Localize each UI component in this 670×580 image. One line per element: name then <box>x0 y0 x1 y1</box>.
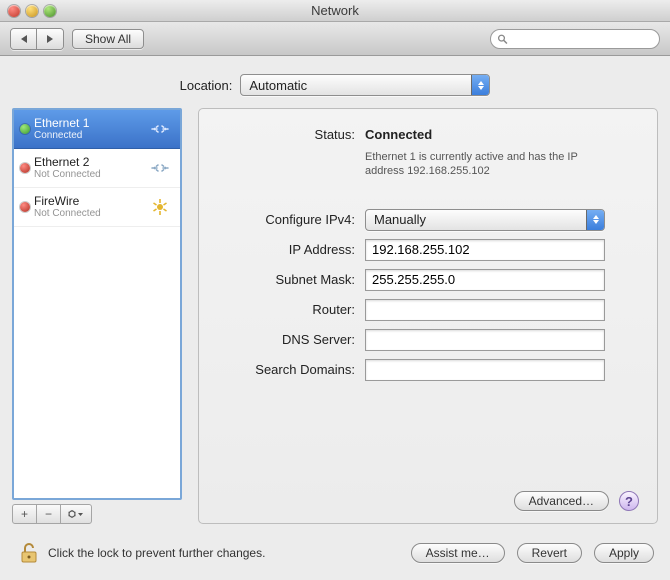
ip-input[interactable] <box>365 239 605 261</box>
revert-button[interactable]: Revert <box>517 543 582 563</box>
ethernet-icon <box>146 120 174 138</box>
detail-footer: Advanced… ? <box>215 483 639 511</box>
content: Location: Automatic Ethernet 1 Connected <box>0 56 670 580</box>
status-dot-icon <box>20 124 30 134</box>
remove-service-button[interactable]: − <box>37 505 61 523</box>
zoom-icon[interactable] <box>44 5 56 17</box>
gear-icon <box>67 509 85 519</box>
lock-text: Click the lock to prevent further change… <box>48 546 265 560</box>
service-sub: Connected <box>34 130 146 141</box>
search-input[interactable] <box>512 31 653 47</box>
subnet-input[interactable] <box>365 269 605 291</box>
service-name: Ethernet 2 <box>34 156 146 169</box>
search-field[interactable] <box>490 29 660 49</box>
settings-form: Status: Connected Ethernet 1 is currentl… <box>215 127 639 381</box>
ethernet-icon <box>146 159 174 177</box>
toolbar: Show All <box>0 22 670 56</box>
forward-button[interactable] <box>37 29 63 49</box>
service-sub: Not Connected <box>34 169 146 180</box>
window-title: Network <box>0 3 670 18</box>
services-list: Ethernet 1 Connected Ethernet 2 Not Conn… <box>12 108 182 500</box>
updown-icon <box>586 210 604 230</box>
window-footer: Click the lock to prevent further change… <box>12 536 658 580</box>
sidebar-col: Ethernet 1 Connected Ethernet 2 Not Conn… <box>12 108 182 524</box>
dns-input[interactable] <box>365 329 605 351</box>
configure-label: Configure IPv4: <box>215 212 355 227</box>
apply-button[interactable]: Apply <box>594 543 654 563</box>
minimize-icon[interactable] <box>26 5 38 17</box>
status-description: Ethernet 1 is currently active and has t… <box>365 150 615 179</box>
advanced-button[interactable]: Advanced… <box>514 491 609 511</box>
main-split: Ethernet 1 Connected Ethernet 2 Not Conn… <box>12 108 658 524</box>
footer-buttons: Assist me… Revert Apply <box>411 543 658 563</box>
add-service-button[interactable]: + <box>13 505 37 523</box>
service-sub: Not Connected <box>34 208 146 219</box>
service-item-ethernet1[interactable]: Ethernet 1 Connected <box>14 110 180 149</box>
service-item-text: FireWire Not Connected <box>34 195 146 219</box>
unlocked-lock-icon <box>19 541 39 565</box>
close-icon[interactable] <box>8 5 20 17</box>
window-controls <box>0 5 56 17</box>
status-value: Connected <box>365 127 432 142</box>
location-row: Location: Automatic <box>12 74 658 96</box>
nav-segmented <box>10 28 64 50</box>
lock-button[interactable] <box>18 540 40 566</box>
dns-label: DNS Server: <box>215 332 355 347</box>
service-name: Ethernet 1 <box>34 117 146 130</box>
status-dot-icon <box>20 163 30 173</box>
firewire-icon <box>146 197 174 217</box>
subnet-label: Subnet Mask: <box>215 272 355 287</box>
search-domains-input[interactable] <box>365 359 605 381</box>
titlebar: Network <box>0 0 670 22</box>
status-dot-icon <box>20 202 30 212</box>
status-label: Status: <box>215 127 355 142</box>
location-select-value: Automatic <box>249 78 307 93</box>
router-label: Router: <box>215 302 355 317</box>
show-all-button[interactable]: Show All <box>72 29 144 49</box>
assist-button[interactable]: Assist me… <box>411 543 505 563</box>
detail-panel: Status: Connected Ethernet 1 is currentl… <box>198 108 658 524</box>
service-item-text: Ethernet 1 Connected <box>34 117 146 141</box>
back-button[interactable] <box>11 29 37 49</box>
service-action-button[interactable] <box>61 505 91 523</box>
location-label: Location: <box>180 78 233 93</box>
service-item-ethernet2[interactable]: Ethernet 2 Not Connected <box>14 149 180 188</box>
service-name: FireWire <box>34 195 146 208</box>
configure-select-value: Manually <box>374 212 426 227</box>
search-icon <box>497 33 508 45</box>
configure-select[interactable]: Manually <box>365 209 605 231</box>
ip-label: IP Address: <box>215 242 355 257</box>
service-item-firewire[interactable]: FireWire Not Connected <box>14 188 180 227</box>
router-input[interactable] <box>365 299 605 321</box>
search-domains-label: Search Domains: <box>215 362 355 377</box>
sidebar-buttons: + − <box>12 504 92 524</box>
updown-icon <box>471 75 489 95</box>
service-item-text: Ethernet 2 Not Connected <box>34 156 146 180</box>
location-select[interactable]: Automatic <box>240 74 490 96</box>
help-button[interactable]: ? <box>619 491 639 511</box>
